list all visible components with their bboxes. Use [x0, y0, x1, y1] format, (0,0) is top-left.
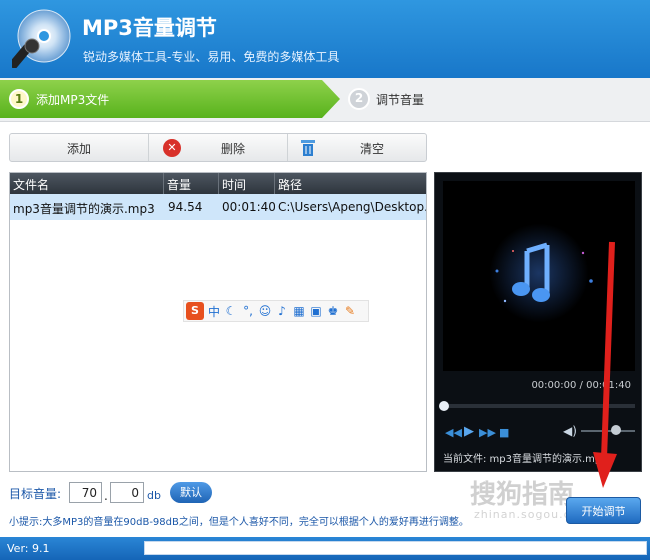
clear-button-label: 清空 — [360, 142, 385, 156]
delete-button-label: 删除 — [221, 142, 246, 156]
add-button-label: 添加 — [67, 142, 92, 156]
cell-path: C:\Users\Apeng\Desktop... — [278, 200, 426, 214]
status-bar: Ver: 9.1 — [0, 537, 650, 560]
default-button[interactable]: 默认 — [170, 482, 212, 503]
table-row[interactable]: mp3音量调节的演示.mp3 94.54 00:01:40 C:\Users\A… — [10, 194, 426, 220]
add-button[interactable]: 添加 — [10, 134, 149, 161]
cell-time: 00:01:40 — [222, 200, 275, 214]
table-header: 文件名 音量 时间 路径 — [10, 173, 426, 194]
watermark-text: 搜狗指南 — [470, 480, 575, 510]
trash-icon — [301, 140, 315, 156]
stop-icon[interactable]: ■ — [499, 426, 509, 439]
cd-microphone-logo-icon — [12, 9, 71, 68]
current-file-label: 当前文件: mp3音量调节的演示.mp3 — [443, 454, 608, 465]
unit-label: db — [147, 489, 161, 502]
volume-decimal-input[interactable] — [110, 482, 144, 503]
wrench-icon[interactable]: ✎ — [343, 304, 357, 318]
cell-volume: 94.54 — [168, 200, 203, 214]
speaker-icon[interactable]: ◀) — [563, 424, 577, 438]
progress-bar — [144, 541, 647, 555]
skin-icon[interactable]: ♚ — [326, 304, 340, 318]
app-header: MP3音量调节 锐动多媒体工具-专业、易用、免费的多媒体工具 — [0, 0, 650, 78]
red-arrow-annotation — [593, 241, 617, 488]
step-label: 添加MP3文件 — [36, 93, 110, 107]
play-icon[interactable]: ▶ — [464, 424, 474, 439]
start-adjust-button[interactable]: 开始调节 — [566, 497, 641, 524]
delete-button[interactable]: ✕ 删除 — [149, 134, 288, 161]
app-title: MP3音量调节 — [82, 16, 217, 40]
volume-integer-input[interactable] — [69, 482, 102, 503]
seek-handle[interactable] — [439, 401, 449, 411]
punctuation-icon[interactable]: °, — [241, 304, 255, 318]
rewind-icon[interactable]: ◀◀ — [445, 426, 462, 439]
column-header-volume[interactable]: 音量 — [164, 173, 219, 194]
app-subtitle: 锐动多媒体工具-专业、易用、免费的多媒体工具 — [83, 50, 340, 64]
step-add-mp3[interactable]: 1 添加MP3文件 — [0, 80, 340, 118]
step-adjust-volume[interactable]: 2 调节音量 — [348, 88, 548, 112]
fast-forward-icon[interactable]: ▶▶ — [479, 426, 496, 439]
step-label: 调节音量 — [376, 93, 425, 107]
version-label: Ver: 9.1 — [7, 542, 50, 555]
step-number: 2 — [348, 88, 370, 110]
step-number: 1 — [9, 89, 29, 109]
file-toolbar: 添加 ✕ 删除 清空 — [9, 133, 427, 162]
ime-mode-toggle[interactable]: 中 — [207, 303, 221, 320]
cell-file-name: mp3音量调节的演示.mp3 — [13, 202, 155, 216]
column-header-time[interactable]: 时间 — [219, 173, 275, 194]
watermark: 搜狗指南 — [470, 474, 574, 511]
toolbox-icon[interactable]: ▣ — [309, 304, 323, 318]
target-volume-label: 目标音量: — [9, 487, 62, 501]
file-list[interactable]: 文件名 音量 时间 路径 mp3音量调节的演示.mp3 94.54 00:01:… — [9, 172, 427, 472]
column-header-name[interactable]: 文件名 — [10, 173, 164, 194]
clear-button[interactable]: 清空 — [288, 134, 426, 161]
mic-icon[interactable]: ♪ — [275, 304, 289, 318]
column-header-path[interactable]: 路径 — [275, 173, 426, 194]
ime-toolbar[interactable]: S 中 ☾ °, ☺ ♪ ▦ ▣ ♚ ✎ — [183, 300, 369, 322]
emoji-icon[interactable]: ☺ — [258, 304, 272, 318]
delete-icon: ✕ — [163, 139, 181, 157]
decimal-point: . — [104, 489, 108, 503]
moon-icon[interactable]: ☾ — [224, 304, 238, 318]
step-bar: 1 添加MP3文件 2 调节音量 — [0, 78, 650, 122]
keyboard-icon[interactable]: ▦ — [292, 304, 306, 318]
tip-text: 小提示:大多MP3的音量在90dB-98dB之间，但是个人喜好不同，完全可以根据… — [9, 517, 469, 528]
sogou-ime-logo-icon[interactable]: S — [186, 302, 204, 320]
